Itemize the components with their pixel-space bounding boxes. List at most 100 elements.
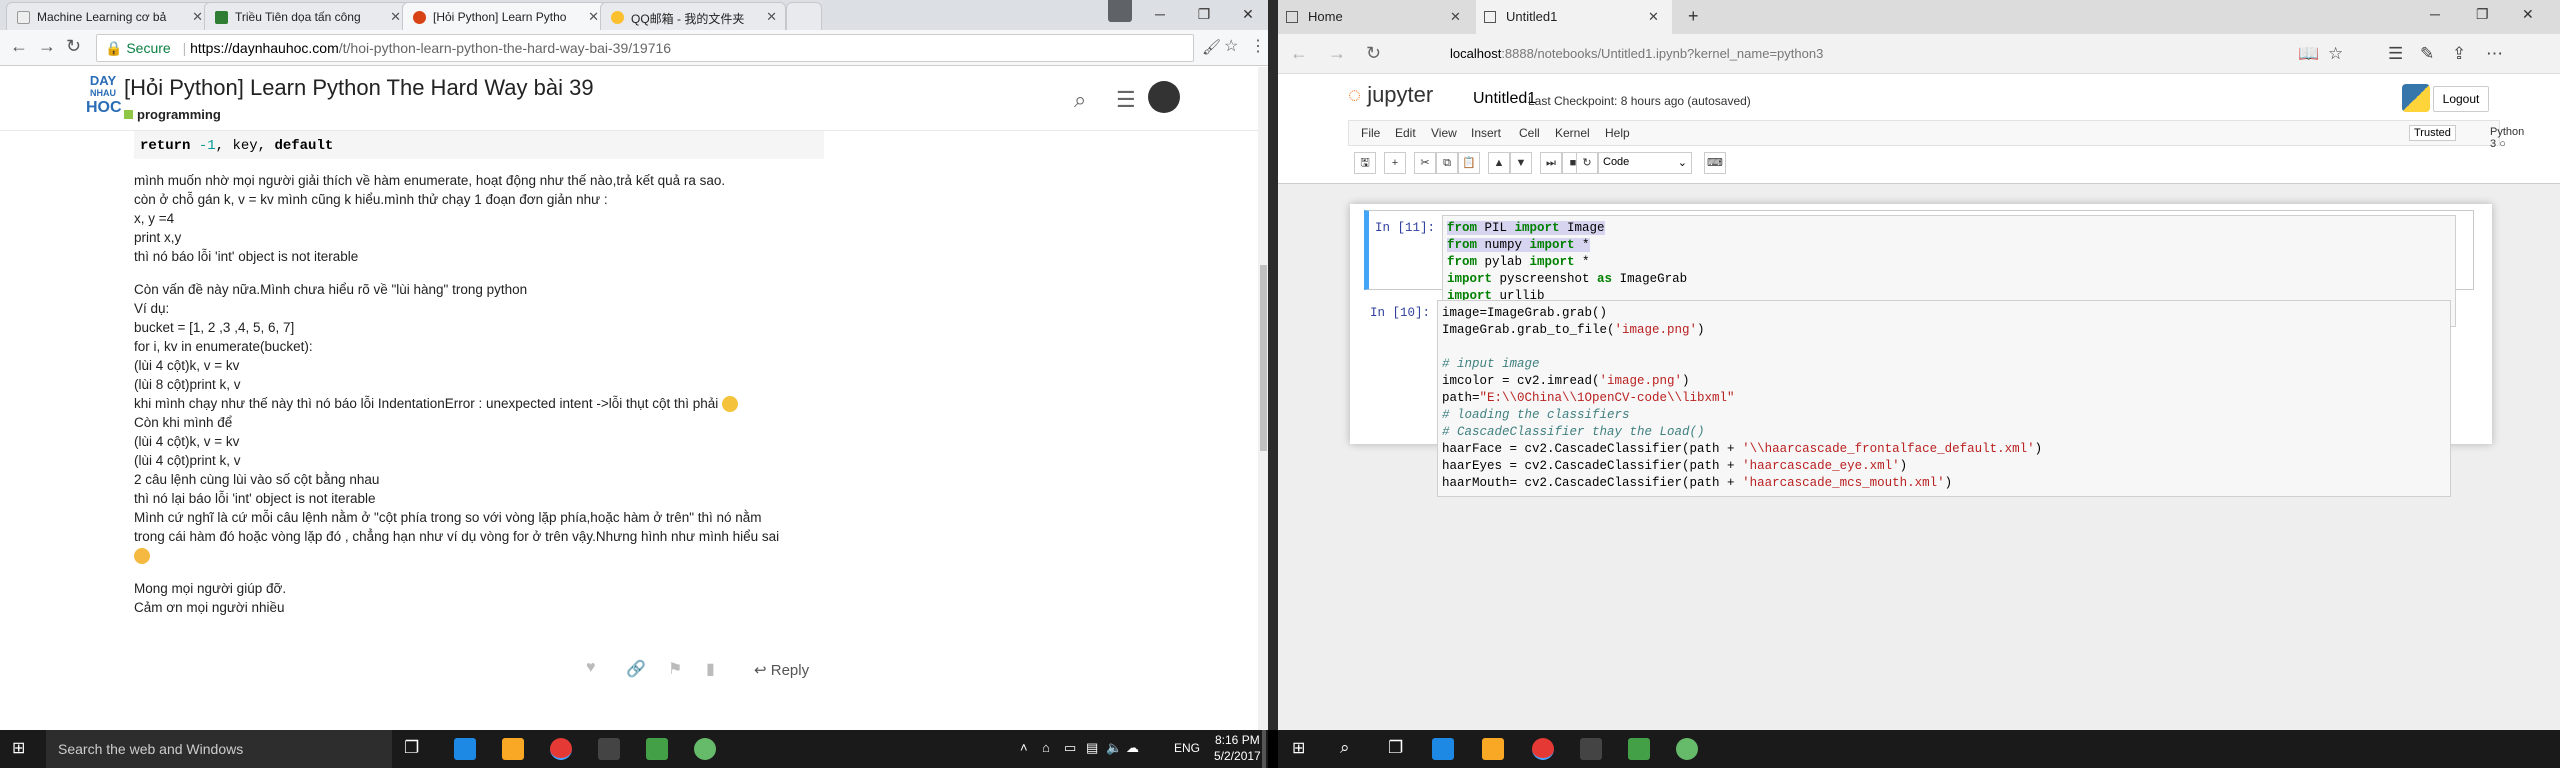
close-tab-icon[interactable]: ✕	[1450, 9, 1461, 25]
bookmark-star-icon[interactable]: ☆	[1224, 36, 1238, 56]
volume-icon[interactable]: 🔈	[1106, 740, 1122, 756]
task-view-icon[interactable]: ❐	[1388, 738, 1403, 758]
share-icon[interactable]: ⇪	[2452, 44, 2466, 64]
wechat-icon[interactable]	[1676, 738, 1698, 760]
run-cell-icon[interactable]: ⏭	[1540, 152, 1562, 174]
menu-file[interactable]: File	[1361, 126, 1380, 140]
address-bar[interactable]: 🔒 Secure | https://daynhauhoc.com/t/hoi-…	[96, 34, 1194, 62]
hamburger-menu-icon[interactable]: ☰	[1116, 87, 1136, 113]
reply-button[interactable]: ↩ Reply	[754, 661, 809, 679]
notification-icon[interactable]: ▤	[1086, 740, 1098, 756]
forward-icon[interactable]: →	[1328, 43, 1346, 64]
chrome-icon[interactable]	[1532, 738, 1554, 760]
copy-icon[interactable]: ⧉	[1436, 152, 1458, 174]
network-icon[interactable]: ⌂	[1042, 740, 1050, 755]
menu-edit[interactable]: Edit	[1395, 126, 1416, 140]
user-avatar[interactable]	[1148, 81, 1180, 113]
cell-input[interactable]: image=ImageGrab.grab() ImageGrab.grab_to…	[1437, 300, 2451, 497]
code-cell-selected[interactable]: In [11]: from PIL import Image from nump…	[1364, 210, 2474, 327]
file-explorer-icon[interactable]	[502, 738, 524, 760]
logout-button[interactable]: Logout	[2433, 86, 2489, 112]
close-tab-icon[interactable]: ✕	[588, 9, 599, 25]
scrollbar-thumb[interactable]	[1260, 265, 1267, 451]
maximize-icon[interactable]: ❐	[1184, 0, 1224, 28]
close-window-icon[interactable]: ✕	[2522, 6, 2534, 23]
chrome-tab-4[interactable]: QQ邮箱 - 我的文件夹 ✕	[600, 2, 786, 30]
jupyter-logo[interactable]: ◌ jupyter	[1348, 82, 1433, 108]
url-field[interactable]: localhost:8888/notebooks/Untitled1.ipynb…	[1450, 46, 1823, 61]
refresh-icon[interactable]: ↻	[1366, 43, 1381, 64]
back-icon[interactable]: ←	[1290, 43, 1308, 64]
wechat-app-icon[interactable]	[646, 738, 668, 760]
chrome-menu-icon[interactable]: ⋮	[1250, 36, 1266, 56]
restart-kernel-icon[interactable]: ↻	[1576, 152, 1598, 174]
page-title[interactable]: [Hỏi Python] Learn Python The Hard Way b…	[124, 75, 594, 101]
language-indicator[interactable]: ENG	[1174, 741, 1200, 755]
profile-icon[interactable]	[1108, 0, 1132, 22]
file-explorer-icon[interactable]	[1482, 738, 1504, 760]
menu-kernel[interactable]: Kernel	[1555, 126, 1590, 140]
chrome-tab-2[interactable]: Triều Tiên dọa tấn công ✕	[204, 2, 410, 30]
edge-tab-untitled1[interactable]: Untitled1 ✕	[1476, 0, 1672, 34]
menu-insert[interactable]: Insert	[1471, 126, 1501, 140]
back-icon[interactable]: ←	[10, 36, 28, 57]
cut-icon[interactable]: ✂	[1414, 152, 1436, 174]
code-cell[interactable]: In [10]: image=ImageGrab.grab() ImageGra…	[1364, 296, 2474, 497]
wechat-app-icon[interactable]	[1628, 738, 1650, 760]
taskbar-search[interactable]: Search the web and Windows	[46, 730, 392, 768]
terminal-icon[interactable]	[598, 738, 620, 760]
taskbar-clock[interactable]: 8:16 PM 5/2/2017	[1214, 732, 1261, 764]
onedrive-icon[interactable]: ☁	[1126, 740, 1139, 756]
chrome-tab-1[interactable]: Machine Learning cơ bả ✕	[6, 2, 212, 30]
extension-icon[interactable]: 🖌	[1202, 38, 1221, 56]
show-desktop-button[interactable]	[1262, 730, 1266, 768]
close-tab-icon[interactable]: ✕	[192, 9, 203, 25]
minimize-icon[interactable]: ─	[1140, 0, 1180, 28]
save-icon[interactable]: 🖫	[1354, 152, 1376, 174]
close-tab-icon[interactable]: ✕	[1648, 9, 1659, 25]
site-logo[interactable]: DAY NHAU HOC	[86, 74, 122, 123]
paste-icon[interactable]: 📋	[1458, 152, 1480, 174]
windows-start-icon[interactable]: ⊞	[12, 738, 25, 758]
wechat-icon[interactable]	[694, 738, 716, 760]
menu-cell[interactable]: Cell	[1519, 126, 1540, 140]
close-tab-icon[interactable]: ✕	[390, 9, 401, 25]
edge-tab-home[interactable]: Home ✕	[1278, 0, 1474, 34]
maximize-icon[interactable]: ❐	[2476, 6, 2489, 23]
new-tab-button[interactable]	[786, 2, 822, 30]
bookmark-icon[interactable]: ▮	[706, 659, 715, 679]
hub-icon[interactable]: ☰	[2388, 44, 2403, 64]
windows-start-icon[interactable]: ⊞	[1292, 738, 1305, 758]
task-view-icon[interactable]: ❐	[404, 738, 419, 758]
web-note-icon[interactable]: ✎	[2420, 44, 2434, 64]
notebook-name[interactable]: Untitled1	[1473, 90, 1536, 108]
battery-icon[interactable]: ▭	[1064, 740, 1076, 756]
search-icon[interactable]: ⌕	[1074, 87, 1086, 113]
reading-view-icon[interactable]: 📖	[2298, 44, 2319, 64]
command-palette-keyboard-icon[interactable]: ⌨	[1704, 152, 1726, 174]
trusted-indicator[interactable]: Trusted	[2409, 125, 2456, 141]
cell-type-select[interactable]: Code ⌄	[1598, 152, 1692, 174]
more-icon[interactable]: ⋯	[2486, 44, 2503, 64]
move-down-icon[interactable]: ▼	[1510, 152, 1532, 174]
terminal-icon[interactable]	[1580, 738, 1602, 760]
flag-icon[interactable]: ⚑	[668, 659, 682, 679]
favorite-star-icon[interactable]: ☆	[2328, 44, 2343, 64]
like-heart-icon[interactable]: ♥	[586, 659, 596, 677]
close-tab-icon[interactable]: ✕	[766, 9, 777, 25]
chrome-tab-3[interactable]: [Hỏi Python] Learn Pytho ✕	[402, 2, 608, 30]
close-window-icon[interactable]: ✕	[1228, 0, 1268, 28]
edge-icon[interactable]	[454, 738, 476, 760]
forward-icon[interactable]: →	[38, 36, 56, 57]
menu-view[interactable]: View	[1431, 126, 1457, 140]
chrome-icon[interactable]	[550, 738, 572, 760]
category-badge[interactable]: programming	[124, 107, 221, 122]
edge-icon[interactable]	[1432, 738, 1454, 760]
insert-cell-plus-icon[interactable]: +	[1384, 152, 1406, 174]
share-link-icon[interactable]: 🔗	[626, 659, 646, 679]
search-icon[interactable]: ⌕	[1340, 738, 1350, 758]
menu-help[interactable]: Help	[1605, 126, 1630, 140]
chevron-up-icon[interactable]: ˄	[1020, 740, 1028, 755]
move-up-icon[interactable]: ▲	[1488, 152, 1510, 174]
minimize-icon[interactable]: ─	[2430, 6, 2440, 22]
